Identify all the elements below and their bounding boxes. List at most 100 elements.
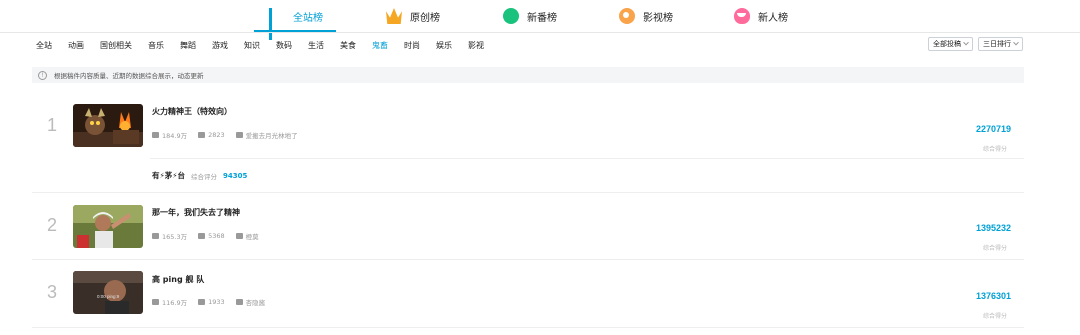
ranking-tabs: 全站榜 原创榜 新番榜 影视榜 新人榜 xyxy=(0,0,1080,40)
score-label: 综合得分 xyxy=(982,245,1007,252)
play-icon xyxy=(152,299,159,305)
play-count: 165.3万 xyxy=(152,231,187,241)
chevron-down-icon xyxy=(963,39,969,46)
category-item[interactable]: 生活 xyxy=(308,40,324,51)
category-item[interactable]: 知识 xyxy=(244,40,260,51)
related-name[interactable]: 有⚡茅⚡台 xyxy=(152,170,185,181)
play-count-value: 165.3万 xyxy=(162,233,188,241)
category-item[interactable]: 数码 xyxy=(276,40,292,51)
video-title[interactable]: 高 ping 舰 队 xyxy=(152,274,204,285)
category-item[interactable]: 舞蹈 xyxy=(180,40,196,51)
play-icon xyxy=(152,132,159,138)
ranking-item: 3 0:00 ping:9 高 ping 舰 队 116.9万 1933 杏隐酱… xyxy=(32,260,1024,328)
thumbnail-overlay-text: 0:00 ping:9 xyxy=(97,294,120,299)
tab-label: 新人榜 xyxy=(758,12,788,24)
user-icon xyxy=(235,132,243,138)
notice-text: 根据稿件内容质量、近期的数据综合展示，动态更新 xyxy=(54,72,204,80)
author[interactable]: 杏隐酱 xyxy=(235,297,266,307)
submission-filter-value: 全部投稿 xyxy=(933,40,961,48)
tab-newcomer[interactable]: 新人榜 xyxy=(734,0,788,32)
category-item[interactable]: 影视 xyxy=(468,40,484,51)
play-count: 116.9万 xyxy=(152,297,187,307)
tab-original[interactable]: 原创榜 xyxy=(386,0,440,32)
video-meta: 184.9万 2823 爱搬去月光林地了 xyxy=(152,130,298,140)
danmaku-count-value: 5368 xyxy=(208,232,225,240)
danmaku-count: 5368 xyxy=(198,231,225,241)
author[interactable]: 爱搬去月光林地了 xyxy=(235,130,298,140)
category-item[interactable]: 音乐 xyxy=(148,40,164,51)
related-value: 94305 xyxy=(223,171,248,180)
info-icon: ! xyxy=(38,70,47,80)
submission-filter-select[interactable]: 全部投稿 xyxy=(928,37,973,51)
tab-film[interactable]: 影视榜 xyxy=(619,0,673,32)
user-icon xyxy=(235,299,243,305)
category-item[interactable]: 美食 xyxy=(340,40,356,51)
category-item[interactable]: 全站 xyxy=(36,40,52,51)
score-label: 综合得分 xyxy=(982,146,1007,153)
video-thumbnail[interactable] xyxy=(73,205,143,248)
face-icon xyxy=(734,8,750,24)
danmaku-icon xyxy=(198,233,206,239)
thumbnail-image: 0:00 ping:9 xyxy=(73,271,143,314)
crown-icon xyxy=(386,8,402,24)
chevron-down-icon xyxy=(1013,39,1019,46)
notice-bar: ! 根据稿件内容质量、近期的数据综合展示，动态更新 xyxy=(32,67,1024,83)
user-icon xyxy=(235,233,243,239)
author-name: 橙莫 xyxy=(245,233,259,241)
score-label: 综合得分 xyxy=(982,313,1007,320)
ranking-item: 1 火力精神王（特效向） 184.9万 2823 爱搬去月光林地了 227071… xyxy=(32,96,1024,193)
video-meta: 165.3万 5368 橙莫 xyxy=(152,231,259,241)
circle-icon xyxy=(503,8,519,24)
danmaku-count-value: 1933 xyxy=(208,298,225,306)
filter-dropdowns: 全部投稿 三日排行 xyxy=(928,37,1023,51)
danmaku-count-value: 2823 xyxy=(208,131,225,139)
tab-label: 原创榜 xyxy=(410,12,440,24)
bar-chart-icon xyxy=(269,8,285,40)
period-filter-value: 三日排行 xyxy=(983,40,1011,48)
thumbnail-image xyxy=(73,104,143,147)
rank-number: 3 xyxy=(46,282,57,302)
category-item[interactable]: 时尚 xyxy=(404,40,420,51)
video-meta: 116.9万 1933 杏隐酱 xyxy=(152,297,265,307)
category-item[interactable]: 国创相关 xyxy=(100,40,132,51)
score-value: 1395232 xyxy=(975,223,1011,233)
period-filter-select[interactable]: 三日排行 xyxy=(978,37,1023,51)
play-count-value: 184.9万 xyxy=(162,132,188,140)
author[interactable]: 橙莫 xyxy=(235,231,259,241)
danmaku-count: 2823 xyxy=(198,130,225,140)
tab-new-anime[interactable]: 新番榜 xyxy=(503,0,557,32)
tab-label: 全站榜 xyxy=(293,12,323,24)
video-title[interactable]: 那一年，我们失去了精神 xyxy=(152,207,240,218)
score-value: 1376301 xyxy=(975,291,1011,301)
video-thumbnail[interactable] xyxy=(73,104,143,147)
play-count: 184.9万 xyxy=(152,130,187,140)
rank-number: 1 xyxy=(46,115,57,135)
related-label: 综合评分 xyxy=(191,172,218,181)
film-reel-icon xyxy=(619,8,635,24)
play-icon xyxy=(152,233,159,239)
tab-label: 新番榜 xyxy=(527,12,557,24)
author-name: 爱搬去月光林地了 xyxy=(245,132,298,140)
video-title[interactable]: 火力精神王（特效向） xyxy=(152,106,232,117)
category-item[interactable]: 动画 xyxy=(68,40,84,51)
tab-all-site[interactable]: 全站榜 xyxy=(269,0,323,40)
related-item: 有⚡茅⚡台 综合评分 94305 xyxy=(152,170,247,181)
category-item[interactable]: 娱乐 xyxy=(436,40,452,51)
divider xyxy=(0,32,1080,33)
play-count-value: 116.9万 xyxy=(162,299,188,307)
thumbnail-image xyxy=(73,205,143,248)
danmaku-icon xyxy=(198,299,206,305)
video-thumbnail[interactable]: 0:00 ping:9 xyxy=(73,271,143,314)
author-name: 杏隐酱 xyxy=(245,299,266,307)
score-value: 2270719 xyxy=(975,124,1011,134)
divider xyxy=(150,158,1024,159)
rank-number: 2 xyxy=(46,215,57,235)
danmaku-count: 1933 xyxy=(198,297,225,307)
tab-label: 影视榜 xyxy=(643,12,673,24)
category-nav: 全站 动画 国创相关 音乐 舞蹈 游戏 知识 数码 生活 美食 鬼畜 时尚 娱乐… xyxy=(36,37,484,53)
danmaku-icon xyxy=(198,132,206,138)
ranking-item: 2 那一年，我们失去了精神 165.3万 5368 橙莫 1395232 综合得… xyxy=(32,193,1024,260)
category-item[interactable]: 游戏 xyxy=(212,40,228,51)
category-item-active[interactable]: 鬼畜 xyxy=(372,40,388,51)
divider xyxy=(32,327,1024,328)
